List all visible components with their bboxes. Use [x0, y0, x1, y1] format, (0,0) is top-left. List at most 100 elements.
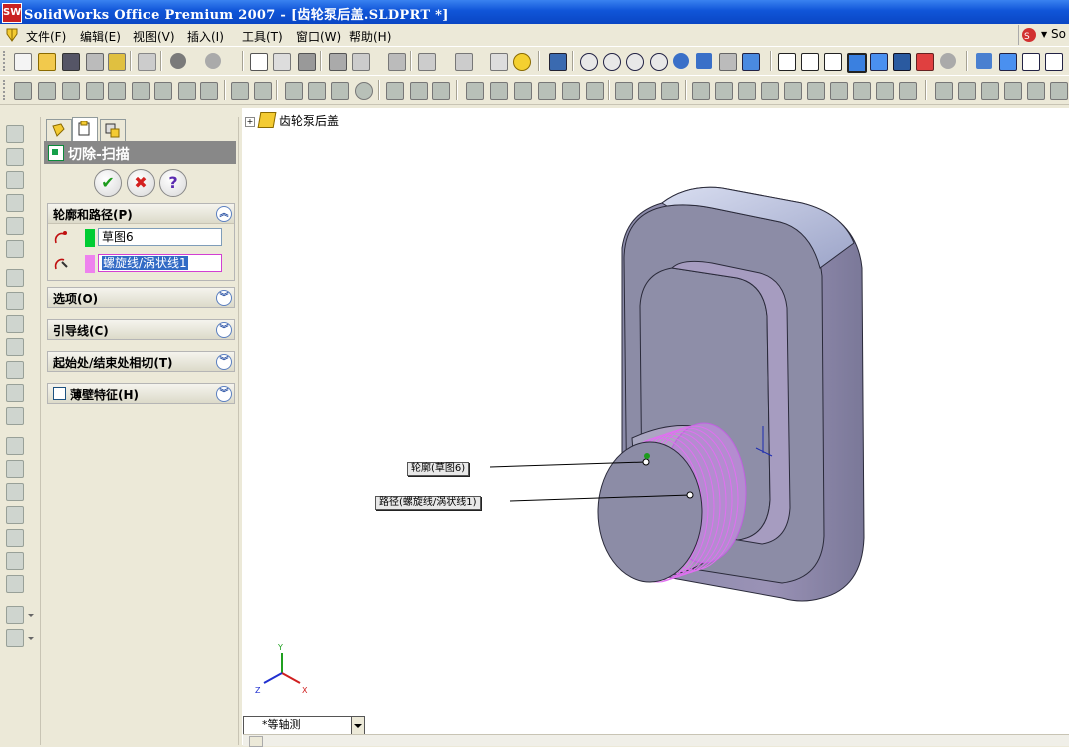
section-view-icon[interactable] — [916, 53, 934, 71]
check-icon[interactable] — [1027, 82, 1045, 100]
menu-edit[interactable]: 编辑(E) — [80, 28, 121, 45]
file-properties-icon[interactable] — [352, 53, 370, 71]
draft-icon[interactable] — [6, 361, 24, 379]
toolbar-grip[interactable] — [3, 51, 9, 71]
view-orientation-box[interactable]: *等轴测 — [243, 716, 365, 735]
lofted-boss-icon[interactable] — [86, 82, 104, 100]
select-other-icon[interactable] — [273, 53, 291, 71]
rib-icon[interactable] — [6, 315, 24, 333]
lofted-cut-icon[interactable] — [178, 82, 196, 100]
planar-surface-icon[interactable] — [853, 82, 871, 100]
expand-chevron-icon[interactable]: ︾ — [216, 354, 232, 370]
new-document-icon[interactable] — [14, 53, 32, 71]
help-icon[interactable] — [513, 53, 531, 71]
coordinate-system-icon[interactable] — [538, 82, 556, 100]
search-box[interactable]: S ▼ So — [1018, 25, 1069, 45]
normal-to-icon[interactable] — [976, 53, 992, 69]
linear-pattern-icon[interactable] — [386, 82, 404, 100]
toolbar-grip[interactable] — [3, 80, 9, 100]
profile-and-path-header[interactable]: 轮廓和路径(P) ︽ — [48, 204, 234, 224]
select-icon[interactable] — [250, 53, 268, 71]
thin-feature-header[interactable]: 薄壁特征(H) ︾ — [48, 384, 234, 403]
measure-icon[interactable] — [958, 82, 976, 100]
thin-feature-checkbox[interactable] — [53, 387, 66, 400]
expand-chevron-icon[interactable]: ︾ — [216, 322, 232, 338]
menu-window[interactable]: 窗口(W) — [296, 28, 341, 45]
fill-pattern-icon[interactable] — [6, 575, 24, 593]
reference-axis-icon[interactable] — [514, 82, 532, 100]
zoom-to-fit-icon[interactable] — [580, 53, 598, 71]
circular-pattern-icon[interactable] — [6, 460, 24, 478]
shaded-icon[interactable] — [870, 53, 888, 71]
cut-icon[interactable] — [138, 53, 156, 71]
section-properties-icon[interactable] — [1004, 82, 1022, 100]
knit-surface-icon[interactable] — [830, 82, 848, 100]
rib-icon[interactable] — [308, 82, 326, 100]
layout-icon[interactable] — [455, 53, 473, 71]
ok-button[interactable]: ✔ — [94, 169, 122, 197]
mass-properties-icon[interactable] — [981, 82, 999, 100]
surface-sweep-icon[interactable] — [738, 82, 756, 100]
reference-geometry-dropdown-icon[interactable] — [28, 614, 34, 617]
guide-curves-header[interactable]: 引导线(C) ︾ — [48, 320, 234, 339]
tab-feature-manager[interactable] — [46, 119, 72, 141]
extruded-cut-icon[interactable] — [108, 82, 126, 100]
menu-file[interactable]: 文件(F) — [26, 28, 66, 45]
graphics-area[interactable]: + 齿轮泵后盖 Y X Z 轮廓(草图6) 路径(螺旋线/涡状线1) — [242, 108, 1069, 745]
start-end-tangency-header[interactable]: 起始处/结束处相切(T) ︾ — [48, 352, 234, 371]
curve-driven-pattern-icon[interactable] — [6, 506, 24, 524]
print-icon[interactable] — [86, 53, 104, 71]
options-icon[interactable] — [329, 53, 347, 71]
wireframe-icon[interactable] — [778, 53, 796, 71]
realview-icon[interactable] — [940, 53, 956, 69]
reference-plane-icon[interactable] — [490, 82, 508, 100]
offset-surface-icon[interactable] — [784, 82, 802, 100]
trim-surface-icon[interactable] — [899, 82, 917, 100]
hole-wizard-icon[interactable] — [466, 82, 484, 100]
shell-icon[interactable] — [254, 82, 272, 100]
surface-revolve-icon[interactable] — [715, 82, 733, 100]
view-orientation-icon[interactable] — [742, 53, 760, 71]
profile-callout[interactable]: 轮廓(草图6) — [407, 462, 470, 476]
front-view-icon[interactable] — [999, 53, 1017, 71]
menu-help[interactable]: 帮助(H) — [349, 28, 391, 45]
solidworks-app-icon[interactable]: SW — [2, 3, 22, 23]
table-driven-pattern-icon[interactable] — [6, 552, 24, 570]
surface-loft-icon[interactable] — [761, 82, 779, 100]
spell-check-icon[interactable] — [935, 82, 953, 100]
help-button[interactable]: ? — [159, 169, 187, 197]
fillet-icon[interactable] — [200, 82, 218, 100]
zoom-in-out-icon[interactable] — [626, 53, 644, 71]
rotate-view-icon[interactable] — [673, 53, 689, 69]
wrap-icon[interactable] — [355, 82, 373, 100]
geometry-analysis-icon[interactable] — [1050, 82, 1068, 100]
view-palette-icon[interactable] — [418, 53, 436, 71]
split-line-icon[interactable] — [638, 82, 656, 100]
path-field[interactable]: 螺旋线/涡状线1 — [98, 254, 222, 272]
expand-chevron-icon[interactable]: ︾ — [216, 386, 232, 402]
sheet-metal-icon[interactable] — [388, 53, 406, 71]
mirror-icon[interactable] — [432, 82, 450, 100]
extruded-cut-icon[interactable] — [6, 148, 24, 166]
extrude-icon[interactable] — [6, 125, 24, 143]
draft-icon[interactable] — [285, 82, 303, 100]
view-dropdown-button[interactable] — [351, 717, 364, 734]
radiate-surface-icon[interactable] — [807, 82, 825, 100]
pan-icon[interactable] — [696, 53, 712, 69]
profile-field[interactable]: 草图6 — [98, 228, 222, 246]
menu-view[interactable]: 视图(V) — [133, 28, 175, 45]
hide-show-icon[interactable] — [549, 53, 567, 71]
model-view[interactable]: Y X Z — [242, 108, 1069, 745]
solidworks-logo-icon[interactable] — [4, 27, 20, 43]
scroll-left-button[interactable] — [249, 736, 263, 747]
dome-icon[interactable] — [6, 407, 24, 425]
shell-icon[interactable] — [6, 338, 24, 356]
undo-icon[interactable] — [170, 53, 186, 69]
fillet-icon[interactable] — [6, 269, 24, 287]
hole-wizard-icon[interactable] — [6, 384, 24, 402]
linear-pattern-icon[interactable] — [6, 437, 24, 455]
reference-geometry-icon[interactable] — [6, 606, 24, 624]
revolve-icon[interactable] — [6, 171, 24, 189]
loft-icon[interactable] — [6, 240, 24, 258]
revolved-cut-icon[interactable] — [6, 194, 24, 212]
